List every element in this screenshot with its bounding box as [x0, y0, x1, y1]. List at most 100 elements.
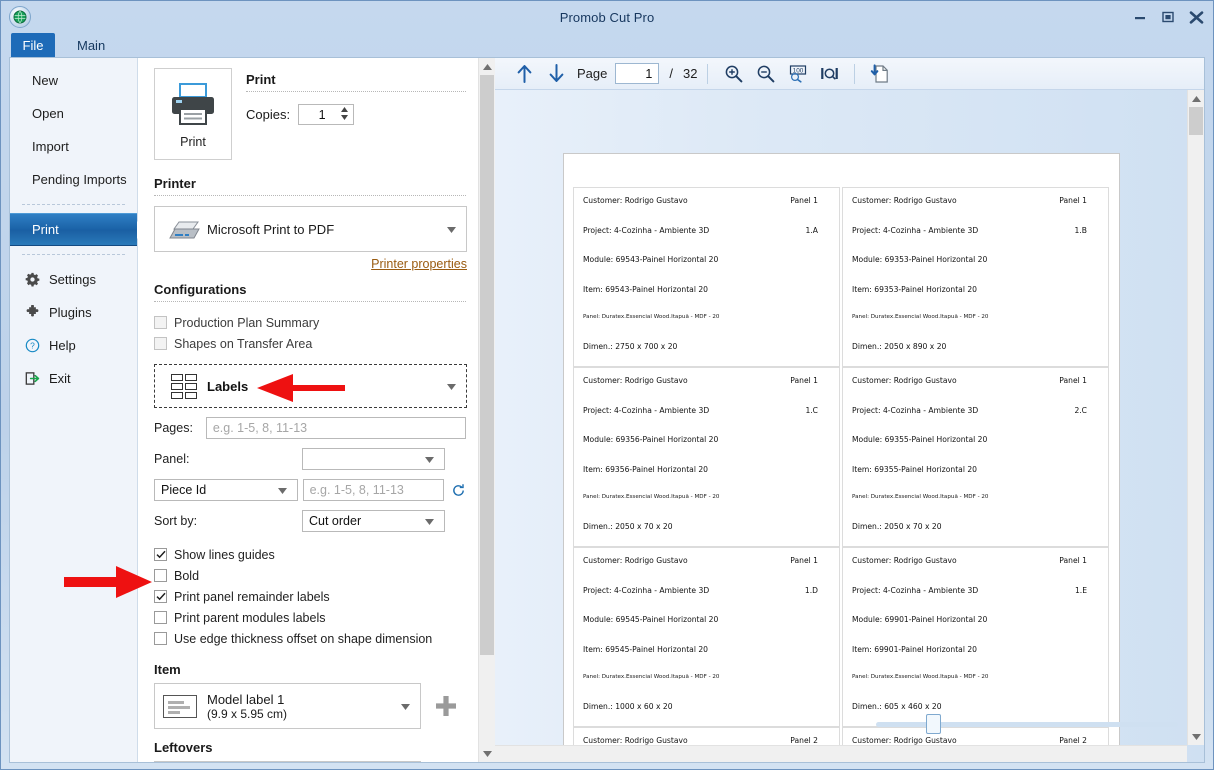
zoom-in-icon[interactable]: [718, 61, 748, 87]
label-dimension: Dimen.: 1000 x 60 x 20: [583, 701, 673, 711]
arrow-down-icon[interactable]: [541, 61, 571, 87]
labels-type-value: Labels: [207, 378, 249, 394]
label-card: Customer: Rodrigo Gustavo Panel 1 Projec…: [842, 187, 1109, 367]
preview-canvas[interactable]: Customer: Rodrigo Gustavo Panel 1 Projec…: [495, 90, 1187, 745]
item-label-model-select[interactable]: Model label 1 (9.9 x 5.95 cm): [154, 683, 421, 729]
labels-type-select[interactable]: Labels: [154, 364, 467, 408]
sidebar-item-new[interactable]: New: [10, 64, 137, 97]
refresh-icon[interactable]: [450, 482, 466, 498]
sidebar-item-help[interactable]: ? Help: [10, 329, 137, 362]
close-icon[interactable]: [1185, 7, 1207, 27]
label-module: Module: 69543-Painel Horizontal 20: [583, 255, 719, 265]
svg-text:?: ?: [30, 341, 35, 351]
checkbox-production-plan-summary[interactable]: Production Plan Summary: [154, 312, 466, 333]
pages-input[interactable]: e.g. 1-5, 8, 11-13: [205, 417, 466, 439]
preview-toolbar: Page 1 / 32 100: [495, 58, 1204, 90]
label-panel-no: Panel 2: [1059, 736, 1087, 745]
scroll-up-icon[interactable]: [1188, 90, 1204, 107]
chevron-down-icon[interactable]: [401, 697, 410, 715]
sidebar-item-plugins[interactable]: Plugins: [10, 296, 137, 329]
panel-select[interactable]: [302, 448, 445, 470]
sidebar-item-open[interactable]: Open: [10, 97, 137, 130]
tab-main[interactable]: Main: [63, 33, 119, 57]
chevron-down-icon[interactable]: [425, 514, 434, 528]
printer-select[interactable]: Microsoft Print to PDF: [154, 206, 467, 252]
stepper-arrows[interactable]: [341, 107, 349, 120]
label-code: 1.E: [1074, 585, 1087, 595]
copies-stepper[interactable]: 1: [298, 104, 355, 125]
preview-vertical-scrollbar[interactable]: [1187, 90, 1204, 745]
checkbox-box[interactable]: [154, 632, 167, 645]
checkbox-box[interactable]: [154, 611, 167, 624]
checkbox-label: Shapes on Transfer Area: [174, 336, 313, 351]
label-customer: Customer: Rodrigo Gustavo: [583, 736, 688, 745]
sidebar-item-exit[interactable]: Exit: [10, 362, 137, 395]
save-export-icon[interactable]: [865, 61, 895, 87]
scrollbar-thumb[interactable]: [480, 75, 494, 655]
checkbox-print-panel-remainder-labels[interactable]: Print panel remainder labels: [154, 586, 466, 607]
scrollbar-thumb[interactable]: [1189, 107, 1203, 135]
piece-filter-select[interactable]: Piece Id: [154, 479, 298, 501]
chevron-down-icon[interactable]: [425, 452, 434, 466]
label-panel-no: Panel 1: [790, 556, 818, 565]
sidebar-item-settings[interactable]: Settings: [10, 263, 137, 296]
settings-scrollbar[interactable]: [478, 58, 495, 762]
piece-filter-row: Piece Id e.g. 1-5, 8, 11-13: [154, 479, 466, 501]
label-customer-line: Customer: Rodrigo Gustavo Panel 2: [852, 737, 1099, 745]
label-customer: Customer: Rodrigo Gustavo: [583, 376, 688, 385]
checkbox-print-parent-modules-labels[interactable]: Print parent modules labels: [154, 607, 466, 628]
label-project-line: Project: 4-Cozinha - Ambiente 3D 1.C: [583, 406, 830, 415]
checkbox-bold[interactable]: Bold: [154, 565, 466, 586]
piece-filter-value: Piece Id: [161, 483, 207, 497]
sidebar-item-pending-imports[interactable]: Pending Imports: [10, 163, 137, 196]
chevron-down-icon[interactable]: [277, 483, 287, 497]
page-separator: /: [669, 66, 673, 81]
preview-inline-hscrollbar[interactable]: [876, 714, 1178, 734]
label-item: Item: 69901-Painel Horizontal 20: [852, 644, 978, 654]
checkbox-box[interactable]: [154, 548, 167, 561]
checkbox-show-lines-guides[interactable]: Show lines guides: [154, 544, 466, 565]
chevron-down-icon[interactable]: [447, 377, 456, 395]
checkbox-box[interactable]: [154, 569, 167, 582]
preview-horizontal-scrollbar[interactable]: [495, 745, 1187, 762]
label-dimension-line: Dimen.: 1000 x 60 x 20: [583, 703, 830, 711]
checkbox-use-edge-thickness-offset[interactable]: Use edge thickness offset on shape dimen…: [154, 628, 466, 649]
checkbox-box[interactable]: [154, 590, 167, 603]
checkbox-box[interactable]: [154, 316, 167, 329]
checkbox-label: Print panel remainder labels: [174, 589, 330, 604]
scroll-down-icon[interactable]: [1188, 728, 1204, 745]
zoom-100-icon[interactable]: 100: [782, 61, 812, 87]
title-bar: Promob Cut Pro: [1, 1, 1213, 33]
maximize-icon[interactable]: [1157, 7, 1179, 27]
sort-by-select[interactable]: Cut order: [302, 510, 445, 532]
leftovers-label-model-select[interactable]: Model label 1: [154, 761, 421, 762]
toolbar-divider: [707, 63, 709, 84]
zoom-out-icon[interactable]: [750, 61, 780, 87]
scrollbar-thumb[interactable]: [926, 714, 941, 734]
scroll-up-icon[interactable]: [479, 58, 495, 75]
checkbox-shapes-on-transfer-area[interactable]: Shapes on Transfer Area: [154, 333, 466, 354]
label-customer: Customer: Rodrigo Gustavo: [583, 196, 688, 205]
label-card: Customer: Rodrigo Gustavo Panel 1 Projec…: [573, 367, 840, 547]
label-project-line: Project: 4-Cozinha - Ambiente 3D 1.D: [583, 586, 830, 595]
chevron-down-icon[interactable]: [447, 220, 456, 238]
printer-properties-link[interactable]: Printer properties: [154, 257, 467, 271]
print-button[interactable]: Print: [154, 68, 232, 160]
printer-select-value: Microsoft Print to PDF: [207, 221, 335, 237]
copies-row: Copies: 1: [246, 104, 466, 125]
label-module-line: Module: 69355-Painel Horizontal 20: [852, 436, 1099, 444]
label-panel-material: Panel: Duratex.Essencial Wood.Itapuã - M…: [583, 314, 720, 321]
sidebar-item-import[interactable]: Import: [10, 130, 137, 163]
checkbox-box[interactable]: [154, 337, 167, 350]
scroll-down-icon[interactable]: [479, 745, 495, 762]
piece-filter-input[interactable]: e.g. 1-5, 8, 11-13: [302, 479, 445, 501]
tab-file[interactable]: File: [11, 33, 55, 57]
arrow-up-icon[interactable]: [509, 61, 539, 87]
minimize-icon[interactable]: [1129, 7, 1151, 27]
label-panel-material: Panel: Duratex.Essencial Wood.Itapuã - M…: [583, 674, 720, 681]
label-module: Module: 69356-Painel Horizontal 20: [583, 435, 719, 445]
add-item-label-button[interactable]: [433, 693, 459, 719]
page-number-input[interactable]: 1: [615, 63, 660, 84]
sidebar-item-print[interactable]: Print: [10, 213, 137, 246]
fit-width-icon[interactable]: [814, 61, 844, 87]
